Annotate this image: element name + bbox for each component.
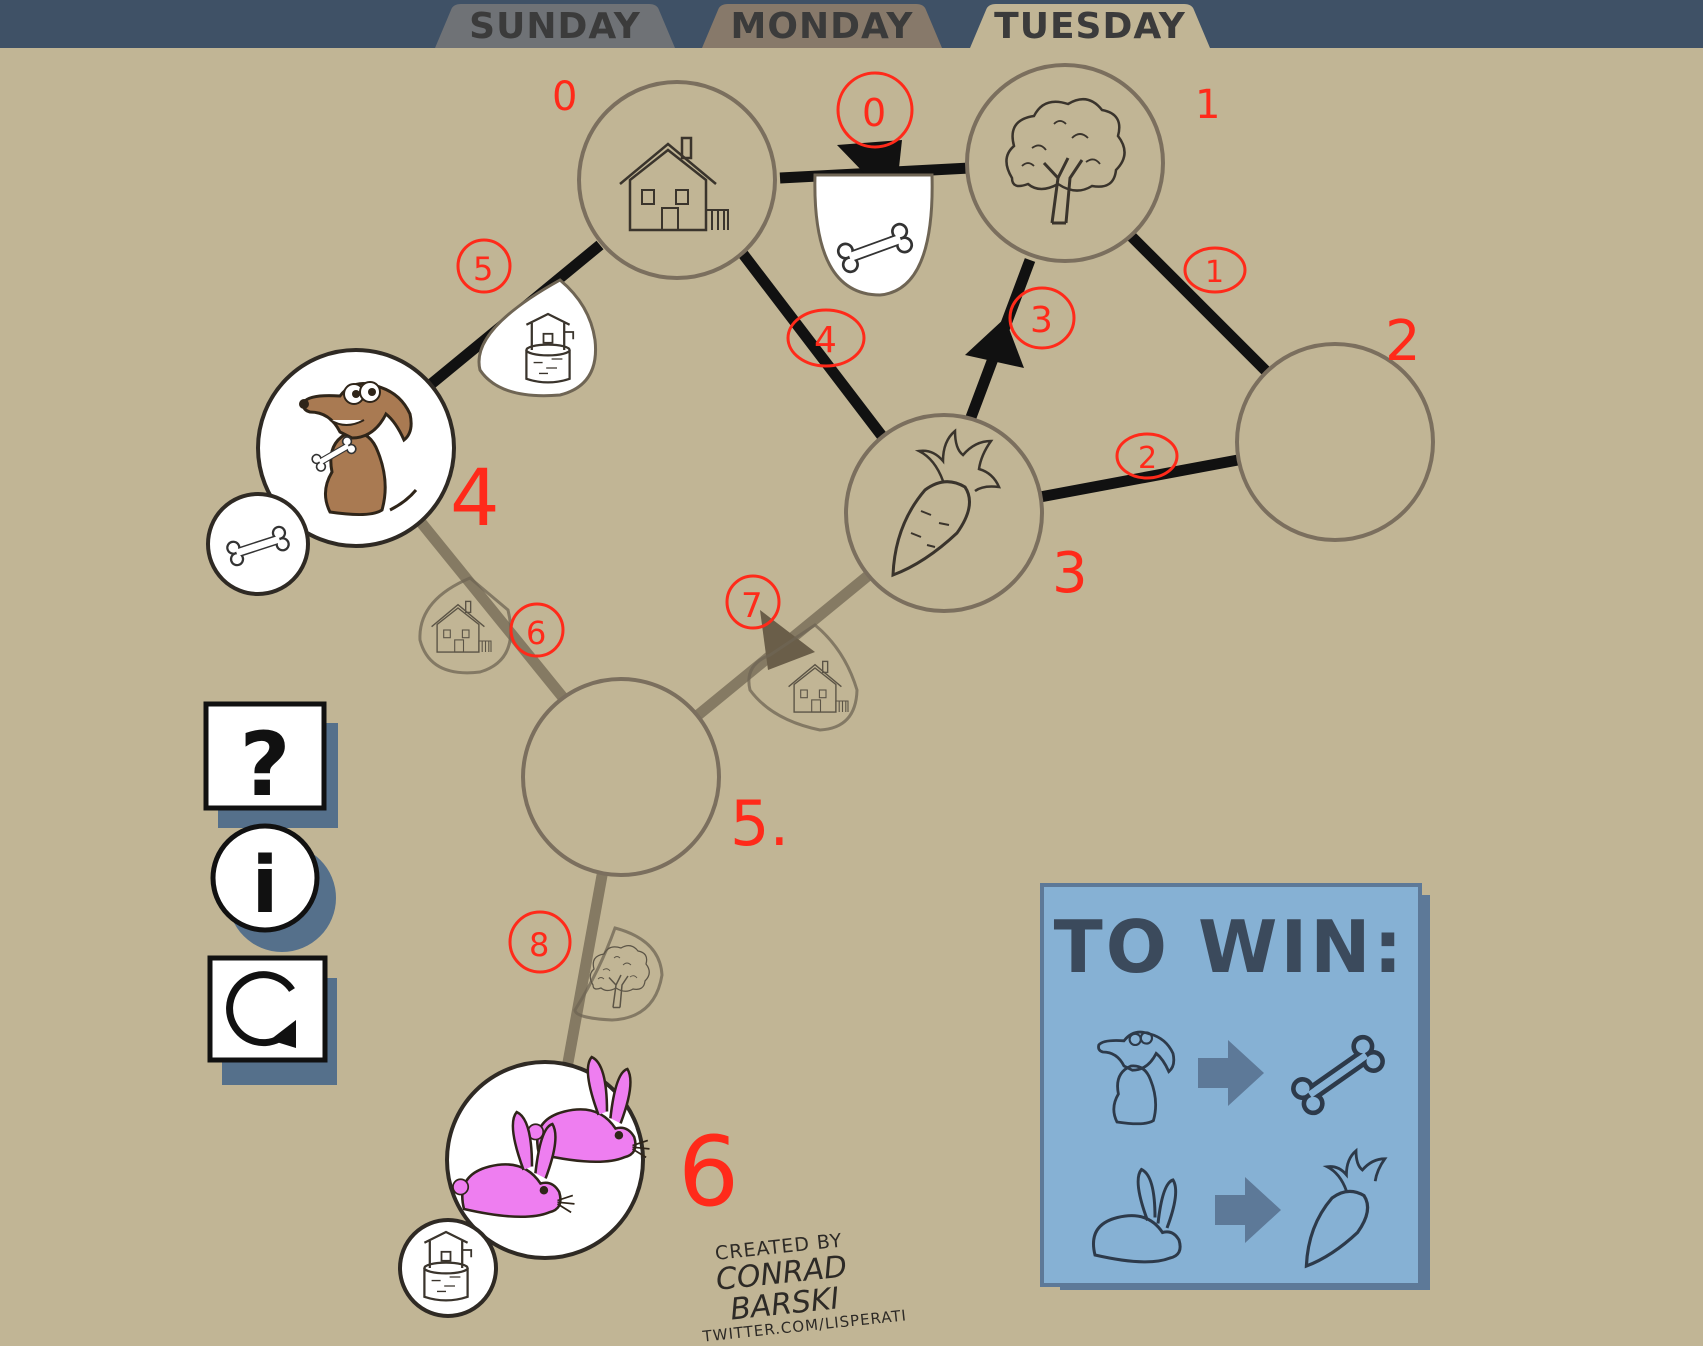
credit: CREATED BY CONRAD BARSKI TWITTER.COM/LIS… (693, 1229, 908, 1346)
node-3[interactable] (844, 413, 1044, 613)
edge-label-3: 3 (1030, 300, 1053, 341)
edge-key-bone (813, 173, 934, 297)
win-title: TO WIN: (1053, 905, 1406, 989)
edge-label-7: 7 (741, 586, 763, 626)
node-6[interactable] (398, 1055, 651, 1318)
edge-label-1: 1 (1205, 255, 1224, 290)
help-glyph: ? (239, 713, 290, 816)
edge-key-house-6 (418, 576, 513, 675)
node-label-6: 6 (678, 1116, 739, 1228)
arrow-edge-3-1 (965, 318, 1024, 368)
game-board: 0 1 2 3 4 5. 6 0 1 2 3 4 5 6 7 8 ? i (203, 63, 1435, 1318)
node-label-5: 5. (730, 787, 789, 860)
tab-tuesday-label: TUESDAY (994, 5, 1186, 47)
node-4[interactable] (206, 348, 456, 596)
node-5[interactable] (521, 677, 721, 877)
tab-sunday[interactable]: SUNDAY (435, 4, 675, 48)
info-button[interactable]: i (210, 823, 336, 952)
node-label-2: 2 (1385, 309, 1421, 374)
edge-label-0: 0 (862, 91, 886, 135)
tab-sunday-label: SUNDAY (469, 5, 641, 47)
node-1[interactable] (965, 63, 1165, 263)
tab-monday-label: MONDAY (730, 5, 914, 47)
edge-label-6: 6 (526, 614, 546, 652)
node-label-4: 4 (450, 454, 500, 544)
help-button[interactable]: ? (203, 701, 338, 828)
edge-label-8: 8 (529, 926, 549, 964)
restart-button[interactable] (207, 955, 337, 1085)
edge-label-4: 4 (814, 320, 837, 361)
node-label-0: 0 (552, 74, 577, 120)
house-icon (430, 600, 492, 653)
edge-1-2[interactable] (1126, 231, 1274, 379)
edge-5-6[interactable] (557, 869, 609, 1091)
tree-icon (589, 944, 651, 1009)
house-icon (787, 660, 849, 713)
edge-label-5: 5 (473, 250, 493, 288)
edge-key-well (477, 278, 598, 398)
node-0[interactable] (577, 80, 777, 280)
node-label-3: 3 (1052, 541, 1088, 606)
edge-label-2: 2 (1138, 441, 1157, 476)
tab-tuesday[interactable]: TUESDAY (970, 4, 1210, 48)
node-label-1: 1 (1195, 82, 1220, 128)
tab-monday[interactable]: MONDAY (702, 4, 942, 48)
info-glyph: i (252, 841, 279, 931)
